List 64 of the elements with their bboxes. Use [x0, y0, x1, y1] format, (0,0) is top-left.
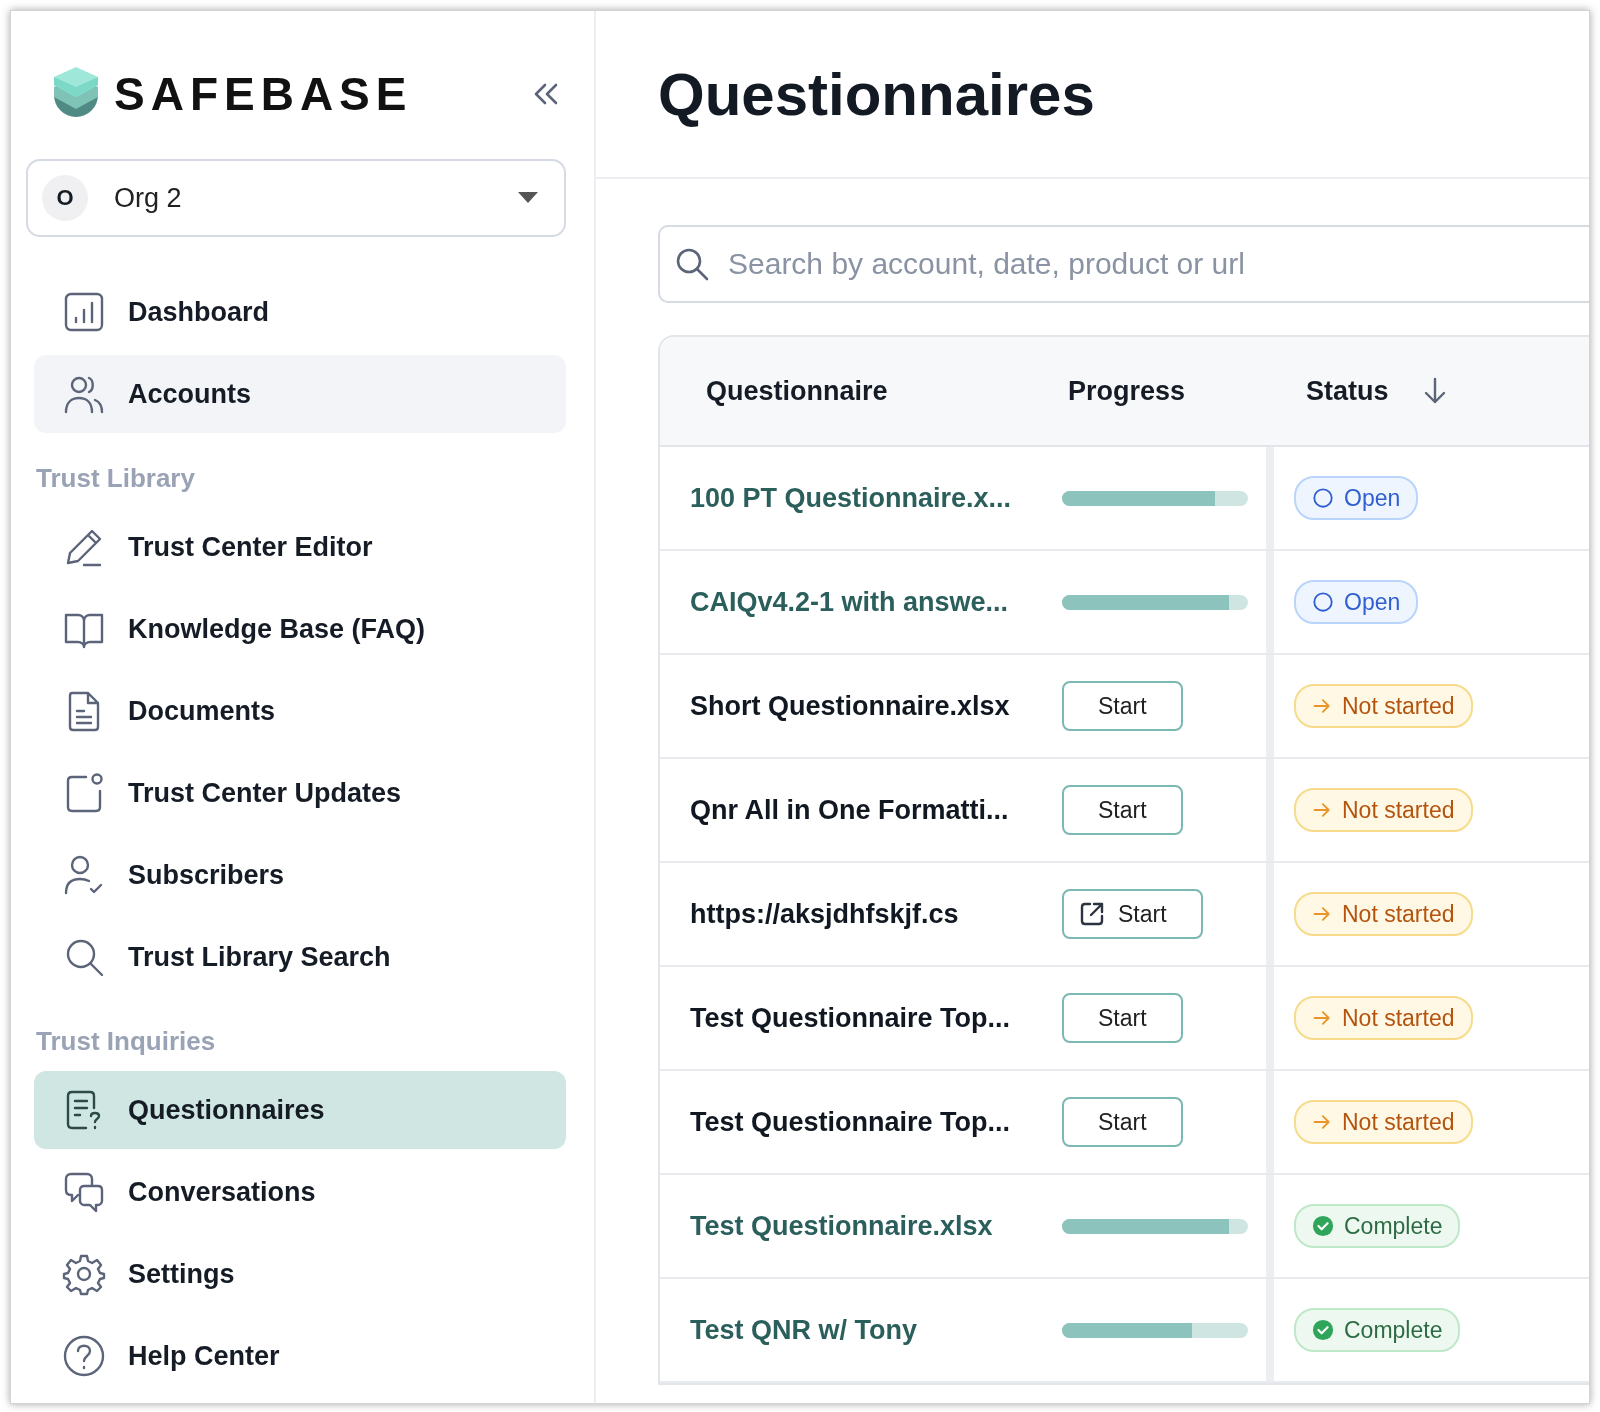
start-button[interactable]: Start — [1062, 785, 1183, 835]
search-field[interactable]: Search by account, date, product or url — [658, 225, 1589, 303]
status-badge: Open — [1294, 476, 1419, 520]
bar-chart-icon — [62, 290, 106, 334]
sort-arrow-icon[interactable] — [1422, 377, 1447, 405]
check-circle-icon — [1312, 1319, 1334, 1341]
nav-item[interactable]: Documents — [34, 672, 566, 750]
check-circle-icon — [1312, 1215, 1334, 1237]
status-badge: Not started — [1294, 996, 1473, 1040]
nav-item[interactable]: Trust Center Updates — [34, 754, 566, 832]
nav-item[interactable]: Subscribers — [34, 836, 566, 914]
external-link-icon — [1078, 900, 1106, 928]
questionnaire-name[interactable]: Test QNR w/ Tony — [660, 1279, 1062, 1381]
circle-icon — [1312, 591, 1334, 613]
status-badge: Complete — [1294, 1204, 1461, 1248]
questionnaire-name[interactable]: Test Questionnaire Top... — [660, 1071, 1062, 1173]
column-header[interactable]: Progress — [1068, 375, 1298, 407]
status-badge: Not started — [1294, 892, 1473, 936]
section-heading: Trust Library — [36, 463, 196, 494]
org-avatar: O — [42, 175, 88, 221]
circle-icon — [1312, 487, 1334, 509]
arrow-right-icon — [1312, 800, 1332, 820]
arrow-right-icon — [1312, 904, 1332, 924]
questionnaire-name[interactable]: Test Questionnaire.xlsx — [660, 1175, 1062, 1277]
nav-item[interactable]: Accounts — [34, 355, 566, 433]
column-header[interactable]: Status — [1306, 375, 1389, 407]
arrow-right-icon — [1312, 1008, 1332, 1028]
column-header[interactable]: Questionnaire — [660, 375, 1068, 407]
nav-item[interactable]: Help Center — [34, 1317, 566, 1395]
start-button[interactable]: Start — [1062, 681, 1183, 731]
org-name: Org 2 — [114, 182, 183, 214]
status-badge: Open — [1294, 580, 1419, 624]
collapse-icon[interactable] — [532, 82, 560, 106]
nav-item[interactable]: Questionnaires — [34, 1071, 566, 1149]
nav-item[interactable]: Trust Center Editor — [34, 508, 566, 586]
start-button[interactable]: Start — [1062, 1097, 1183, 1147]
questionnaire-name[interactable]: CAIQv4.2-1 with answe... — [660, 551, 1062, 653]
start-button[interactable]: Start — [1062, 993, 1183, 1043]
questionnaire-name[interactable]: https://aksjdhfskjf.cs — [660, 863, 1062, 965]
questionnaire-name[interactable]: Test Questionnaire Top... — [660, 967, 1062, 1069]
start-button[interactable]: Start — [1062, 889, 1203, 939]
caret-icon — [518, 192, 538, 204]
questionnaire-name[interactable]: Qnr All in One Formatti... — [660, 759, 1062, 861]
nav-item[interactable]: Dashboard — [34, 273, 566, 351]
nav-item[interactable]: Conversations — [34, 1153, 566, 1231]
org-selector[interactable]: O Org 2 — [26, 159, 566, 237]
status-badge: Not started — [1294, 684, 1473, 728]
chat-bubbles-icon — [62, 1170, 106, 1214]
brand-name: SAFEBASE — [114, 67, 414, 121]
nav-item[interactable]: Settings — [34, 1235, 566, 1313]
status-badge: Not started — [1294, 788, 1473, 832]
status-badge: Complete — [1294, 1308, 1461, 1352]
arrow-right-icon — [1312, 1112, 1332, 1132]
questionnaire-name[interactable]: Short Questionnaire.xlsx — [660, 655, 1062, 757]
questionnaire-name[interactable]: 100 PT Questionnaire.x... — [660, 447, 1062, 549]
settings-icon — [62, 1252, 106, 1296]
page-title: Questionnaires — [658, 59, 1095, 129]
status-badge: Not started — [1294, 1100, 1473, 1144]
nav-item[interactable]: Trust Library Search — [34, 918, 566, 996]
section-heading: Trust Inquiries — [36, 1026, 217, 1057]
arrow-right-icon — [1312, 696, 1332, 716]
nav-item[interactable]: Knowledge Base (FAQ) — [34, 590, 566, 668]
search-icon — [674, 246, 710, 282]
help-icon — [62, 1334, 106, 1378]
